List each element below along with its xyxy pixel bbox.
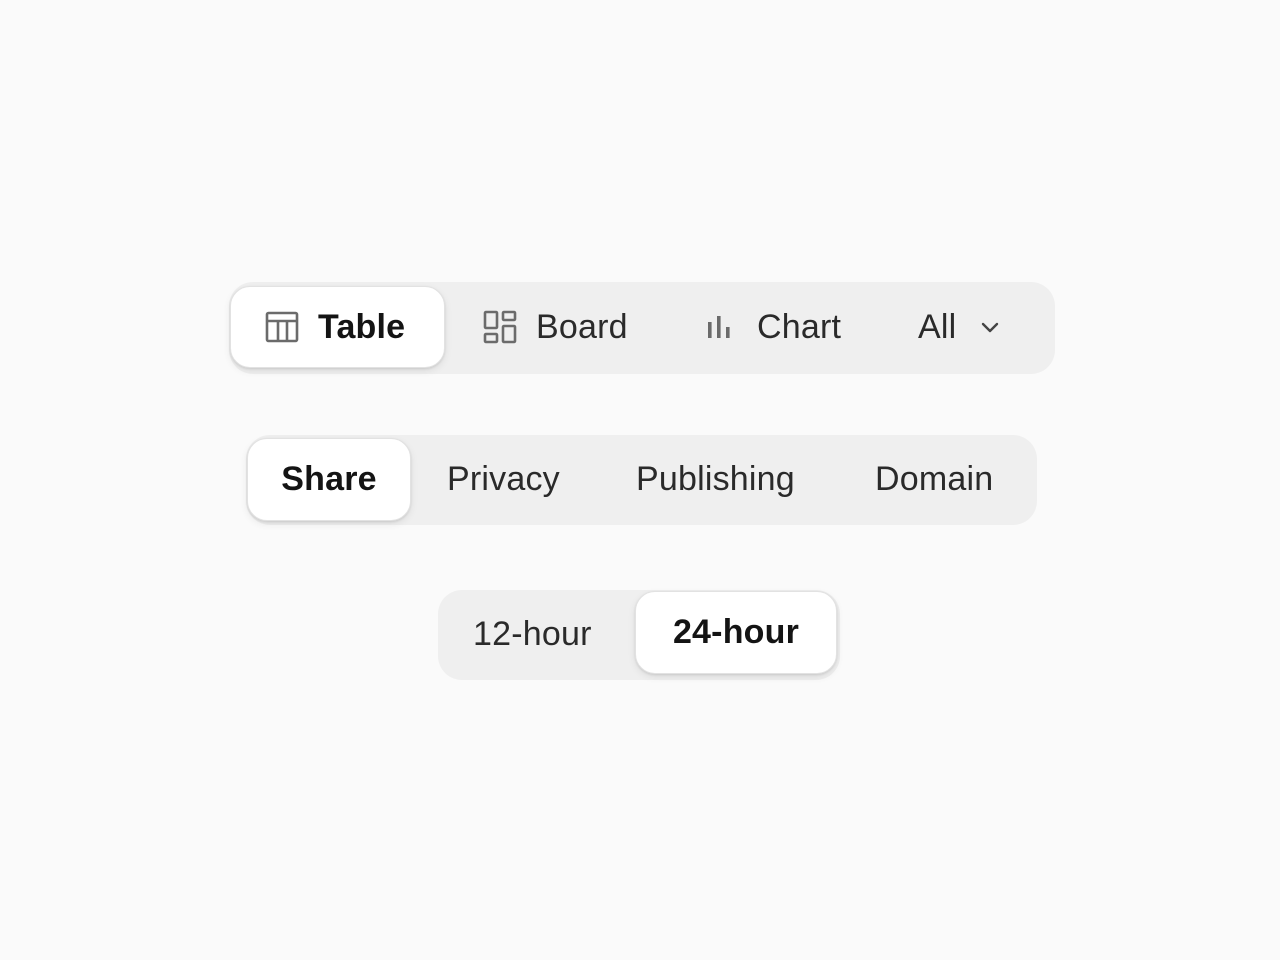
settings-tabs: Share Privacy Publishing Domain xyxy=(246,435,1037,525)
tab-domain[interactable]: Domain xyxy=(875,438,993,521)
tab-label: Share xyxy=(281,460,377,498)
time-format-toggle: 12-hour 24-hour xyxy=(438,590,840,680)
board-icon xyxy=(482,309,518,345)
tab-label: Domain xyxy=(875,460,994,498)
canvas: Table Board Chart All Share Privacy Publ… xyxy=(0,0,1280,960)
table-icon xyxy=(264,309,300,345)
tab-label: Privacy xyxy=(447,460,560,498)
tab-publishing[interactable]: Publishing xyxy=(636,438,795,521)
view-tab-label: Chart xyxy=(757,307,842,346)
view-switcher: Table Board Chart All xyxy=(229,282,1055,374)
filter-dropdown-label: All xyxy=(918,307,957,346)
view-tab-label: Table xyxy=(318,307,406,346)
time-format-label: 12-hour xyxy=(473,615,592,653)
time-format-12-hour[interactable]: 12-hour xyxy=(473,593,592,676)
time-format-label: 24-hour xyxy=(672,613,800,651)
bar-chart-icon xyxy=(703,311,735,343)
view-tab-table[interactable]: Table xyxy=(230,286,445,368)
view-tab-board[interactable]: Board xyxy=(482,286,628,368)
tab-share[interactable]: Share xyxy=(247,438,411,521)
time-format-24-hour[interactable]: 24-hour xyxy=(635,591,837,674)
chevron-down-icon xyxy=(978,315,1002,339)
filter-dropdown[interactable]: All xyxy=(918,286,1002,368)
view-tab-chart[interactable]: Chart xyxy=(703,286,841,368)
view-tab-label: Board xyxy=(536,307,628,346)
tab-label: Publishing xyxy=(636,460,795,498)
tab-privacy[interactable]: Privacy xyxy=(447,438,560,521)
